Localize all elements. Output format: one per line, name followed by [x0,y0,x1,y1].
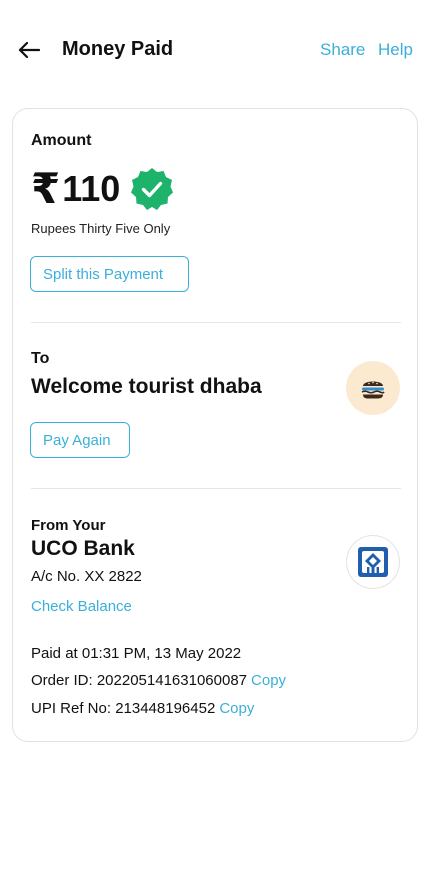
upi-ref-text: UPI Ref No: 213448196452 [31,700,216,717]
merchant-name: Welcome tourist dhaba [31,375,262,398]
account-number: A/c No. XX 2822 [31,568,142,585]
rupee-symbol: ₹ [31,164,61,213]
verified-check-icon [128,165,176,213]
copy-order-id-button[interactable]: Copy [251,672,286,689]
from-label: From Your [31,517,106,534]
copy-upi-ref-button[interactable]: Copy [219,700,254,717]
paid-at-text: Paid at 01:31 PM, 13 May 2022 [31,645,242,662]
burger-icon [361,381,385,399]
money-paid-screen: Money Paid Share Help Amount ₹ 110 Rupee… [0,0,432,881]
arrow-left-icon [18,41,40,59]
amount-label: Amount [31,132,92,149]
bank-logo [346,535,400,589]
split-payment-button[interactable]: Split this Payment [30,256,189,292]
divider [31,488,401,489]
order-id-row: Order ID: 202205141631060087 Copy [31,672,286,689]
back-button[interactable] [14,36,44,64]
page-title: Money Paid [62,38,174,60]
header: Money Paid Share Help [0,0,432,100]
order-id-text: Order ID: 202205141631060087 [31,672,248,689]
divider [31,322,401,323]
bank-name: UCO Bank [31,537,135,560]
transaction-card: Amount ₹ 110 Rupees Thirty Five Only Spl… [12,108,418,742]
merchant-avatar [346,361,400,415]
check-balance-link[interactable]: Check Balance [31,598,132,615]
share-link[interactable]: Share [320,40,365,60]
to-label: To [31,350,50,367]
upi-ref-row: UPI Ref No: 213448196452 Copy [31,700,254,717]
uco-bank-logo-icon [358,547,388,577]
amount-value: 110 [62,168,121,209]
help-link[interactable]: Help [378,40,413,60]
pay-again-button[interactable]: Pay Again [30,422,130,458]
amount-display: ₹ 110 [31,165,176,213]
amount-in-words: Rupees Thirty Five Only [31,221,171,236]
